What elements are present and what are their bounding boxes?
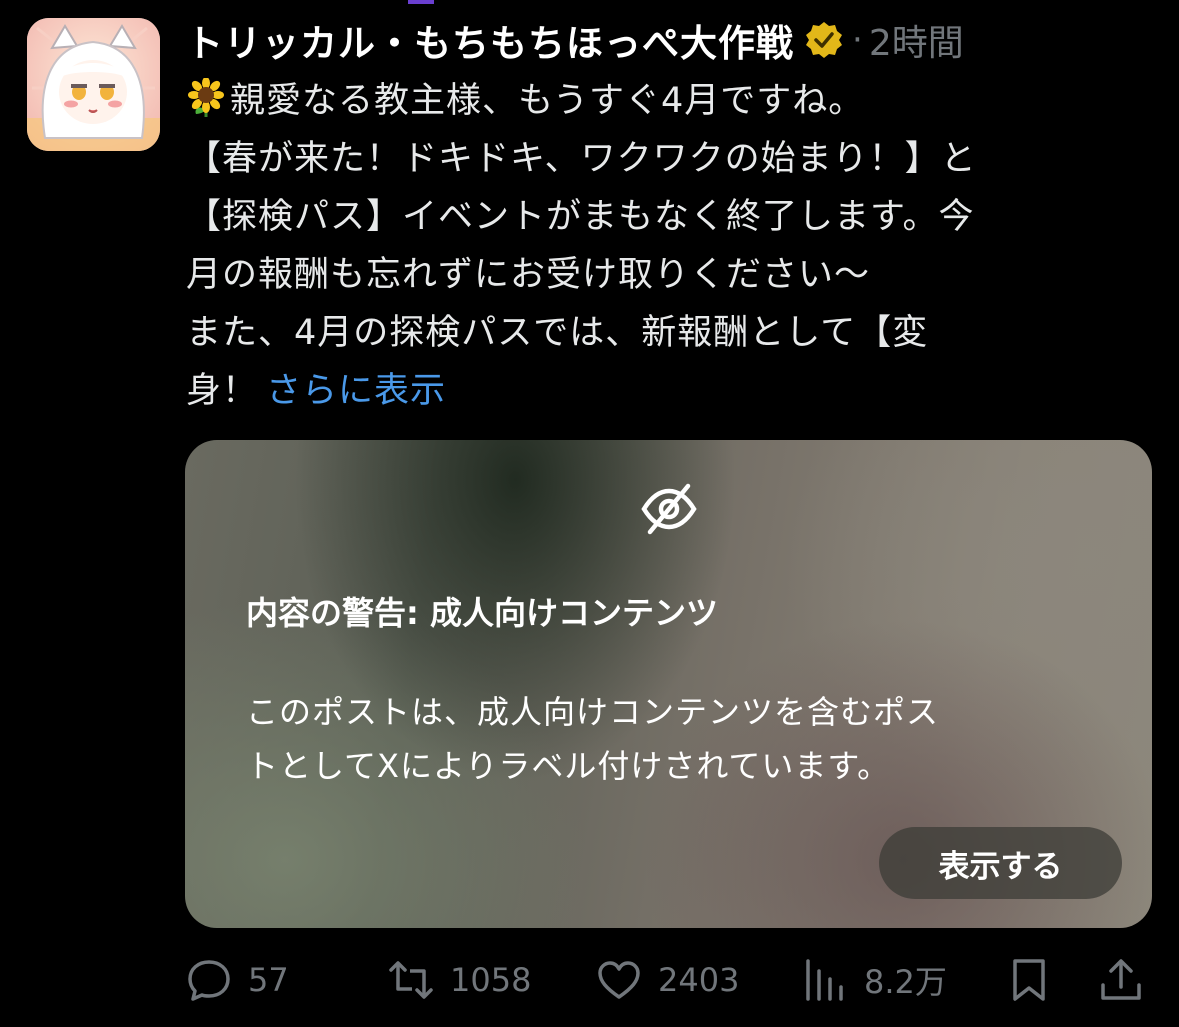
warning-title: 内容の警告: 成人向けコンテンツ [246,594,718,632]
top-accent-bar [408,0,434,4]
views-icon [806,959,843,1001]
warning-description-line: このポストは、成人向けコンテンツを含むポス [246,693,940,731]
post-time[interactable]: 2時間 [869,14,964,66]
eye-off-icon [641,483,697,535]
reply-icon [188,960,230,1001]
avatar[interactable] [27,18,160,151]
reply-count: 57 [248,961,289,999]
share-button[interactable] [1098,950,1144,1010]
post-header: トリッカル・もちもちほっぺ大作戦 · 2時間 [186,12,964,68]
heart-icon [598,961,640,999]
bookmark-icon [1013,959,1045,1001]
like-count: 2403 [658,961,740,999]
post-line: 身！ さらに表示 [186,362,1146,420]
author-name[interactable]: トリッカル・もちもちほっぺ大作戦 [186,13,794,67]
post-line: 【探検パス】イベントがまもなく終了します。今 [186,197,975,237]
post-text: 親愛なる教主様、もうすぐ4月ですね。 【春が来た！ドキドキ、ワクワクの始まり！】… [186,72,1146,420]
post-line: 【春が来た！ドキドキ、ワクワクの始まり！】と [186,139,977,179]
sunflower-emoji-icon [186,77,226,118]
post-line: また、4月の探検パスでは、新報酬として【変 [186,313,929,353]
like-button[interactable]: 2403 [596,950,739,1010]
verified-badge-icon [804,20,844,60]
avatar-illustration [27,18,160,151]
reply-button[interactable]: 57 [186,950,289,1010]
post-line-text: 親愛なる教主様、もうすぐ4月ですね。 [230,81,865,121]
show-more-link[interactable]: さらに表示 [266,371,446,411]
action-bar: 57 1058 2403 8.2万 [186,950,1146,1010]
post-line: 親愛なる教主様、もうすぐ4月ですね。 [186,72,1146,130]
views-count: 8.2万 [864,963,947,1001]
repost-count: 1058 [450,961,532,999]
bookmark-button[interactable] [1006,950,1052,1010]
show-media-button[interactable]: 表示する [879,827,1122,899]
separator-dot: · [852,20,863,60]
warning-description-line: トとしてXによりラベル付けされています。 [246,747,891,785]
repost-button[interactable]: 1058 [388,950,531,1010]
views-button[interactable]: 8.2万 [802,950,947,1010]
repost-icon [389,961,433,999]
post-line: 月の報酬も忘れずにお受け取りください〜 [186,255,871,295]
sensitive-media-card[interactable]: 内容の警告: 成人向けコンテンツ このポストは、成人向けコンテンツを含むポス ト… [185,440,1152,928]
post-line-text: 身！ [186,371,259,411]
warning-description: このポストは、成人向けコンテンツを含むポス トとしてXによりラベル付けされていま… [246,685,1106,793]
share-icon [1101,959,1141,1000]
